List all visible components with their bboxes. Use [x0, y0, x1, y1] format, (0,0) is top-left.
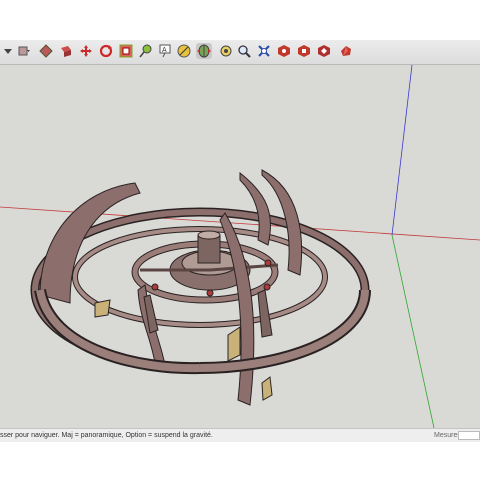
- text-tool-icon[interactable]: A: [158, 43, 174, 59]
- measures-input[interactable]: [458, 431, 480, 440]
- select-tool-icon[interactable]: [0, 43, 16, 59]
- toolbar: A: [0, 40, 480, 65]
- warehouse-icon[interactable]: [276, 43, 292, 59]
- axes-tool-icon[interactable]: [176, 43, 192, 59]
- window-top-area: [0, 0, 480, 40]
- scale-tool-icon[interactable]: [118, 43, 134, 59]
- space-station-model: [30, 169, 371, 406]
- tape-measure-icon[interactable]: [138, 43, 154, 59]
- model-canvas: [0, 65, 480, 428]
- green-axis: [391, 234, 435, 428]
- zoom-extents-icon[interactable]: [256, 43, 272, 59]
- ruby-console-icon[interactable]: [338, 43, 354, 59]
- blue-axis: [391, 65, 413, 236]
- status-bar: sser pour naviguer. Maj = panoramique, O…: [0, 428, 480, 442]
- measures-label: Mesures: [434, 432, 461, 439]
- status-hint-text: sser pour naviguer. Maj = panoramique, O…: [0, 432, 213, 439]
- eraser-tool-icon[interactable]: [16, 43, 32, 59]
- rotate-tool-icon[interactable]: [98, 43, 114, 59]
- move-tool-icon[interactable]: [78, 43, 94, 59]
- extension-warehouse-icon[interactable]: [316, 43, 332, 59]
- zoom-tool-icon[interactable]: [236, 43, 252, 59]
- orbit-tool-icon[interactable]: [196, 43, 212, 59]
- push-pull-icon[interactable]: [58, 43, 74, 59]
- window-bottom-area: [0, 442, 480, 480]
- pan-tool-icon[interactable]: [218, 43, 234, 59]
- share-model-icon[interactable]: [296, 43, 312, 59]
- 3d-viewport[interactable]: [0, 65, 480, 428]
- paint-bucket-icon[interactable]: [38, 43, 54, 59]
